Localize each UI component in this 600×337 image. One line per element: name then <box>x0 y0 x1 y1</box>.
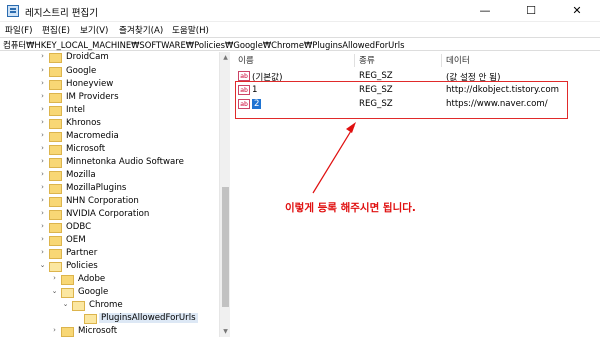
tree-item-label: NHN Corporation <box>66 196 139 206</box>
tree-item-label: Chrome <box>89 300 123 310</box>
expand-arrow-icon[interactable]: › <box>50 326 59 334</box>
tree-item-label: Google <box>78 287 109 297</box>
expand-arrow-icon[interactable]: › <box>38 209 47 217</box>
tree-item-label: Macromedia <box>66 131 119 141</box>
expand-arrow-icon[interactable]: › <box>38 183 47 191</box>
scroll-down-icon[interactable]: ▼ <box>220 326 231 337</box>
folder-icon <box>49 53 62 63</box>
window-title: 레지스트리 편집기 <box>25 8 98 19</box>
menu-bar: 파일(F) 편집(E) 보기(V) 즐겨찾기(A) 도움말(H) <box>0 22 600 37</box>
tree-item-label: Khronos <box>66 118 101 128</box>
menu-file[interactable]: 파일(F) <box>5 24 32 36</box>
close-button[interactable]: ✕ <box>554 0 600 22</box>
column-header-type[interactable]: 종류 <box>359 54 375 66</box>
tree-item-label: Mozilla <box>66 170 96 180</box>
tree-item-label: NVIDIA Corporation <box>66 209 150 219</box>
expand-arrow-icon[interactable]: › <box>38 92 47 100</box>
tree-item-label: ODBC <box>66 222 92 232</box>
tree-scrollbar[interactable]: ▲ ▼ <box>219 52 230 337</box>
folder-icon <box>49 223 62 233</box>
folder-icon <box>49 210 62 220</box>
expand-arrow-icon[interactable]: › <box>38 157 47 165</box>
expand-arrow-icon[interactable]: › <box>38 196 47 204</box>
collapse-arrow-icon[interactable]: ⌄ <box>50 287 59 295</box>
collapse-arrow-icon[interactable]: ⌄ <box>61 300 70 308</box>
expand-arrow-icon[interactable]: › <box>38 144 47 152</box>
maximize-button[interactable]: ☐ <box>508 0 554 22</box>
expand-arrow-icon[interactable]: › <box>38 105 47 113</box>
menu-help[interactable]: 도움말(H) <box>172 24 209 36</box>
tree-item-label: Google <box>66 66 97 76</box>
tree-item-label: Honeyview <box>66 79 114 89</box>
tree-item-label: Policies <box>66 261 98 271</box>
value-type: REG_SZ <box>359 71 393 81</box>
folder-icon <box>49 93 62 103</box>
folder-icon <box>49 119 62 129</box>
tree-item-label: Intel <box>66 105 86 115</box>
tree-item-label: DroidCam <box>66 52 109 62</box>
folder-icon <box>49 236 62 246</box>
tree-item-label: IM Providers <box>66 92 119 102</box>
folder-icon <box>49 67 62 77</box>
column-divider[interactable] <box>441 54 442 67</box>
column-header-data[interactable]: 데이터 <box>446 54 470 66</box>
tree-item-label: Minnetonka Audio Software <box>66 157 184 167</box>
expand-arrow-icon[interactable]: › <box>38 235 47 243</box>
regedit-app-icon <box>7 5 19 17</box>
tree-item-label: OEM <box>66 235 86 245</box>
title-bar: 레지스트리 편집기 — ☐ ✕ <box>0 0 600 22</box>
string-value-icon: ab <box>238 71 250 81</box>
folder-icon <box>49 249 62 259</box>
folder-icon <box>49 80 62 90</box>
expand-arrow-icon[interactable]: › <box>38 131 47 139</box>
folder-icon <box>61 275 74 285</box>
folder-icon <box>49 132 62 142</box>
open-folder-icon <box>49 262 62 272</box>
tree-item-label: Partner <box>66 248 98 258</box>
minimize-button[interactable]: — <box>462 0 508 22</box>
expand-arrow-icon[interactable]: › <box>38 79 47 87</box>
open-folder-icon <box>61 288 74 298</box>
key-tree-pane[interactable]: › DroidCam › Google › Honeyview › IM Pro… <box>0 52 230 337</box>
menu-favorites[interactable]: 즐겨찾기(A) <box>119 24 163 36</box>
menu-edit[interactable]: 편집(E) <box>42 24 70 36</box>
annotation-highlight-box <box>235 81 568 119</box>
folder-icon <box>49 106 62 116</box>
folder-icon <box>49 171 62 181</box>
folder-icon <box>49 145 62 155</box>
tree-item-label: Microsoft <box>66 144 106 154</box>
expand-arrow-icon[interactable]: › <box>38 222 47 230</box>
collapse-arrow-icon[interactable]: ⌄ <box>38 261 47 269</box>
expand-arrow-icon[interactable]: › <box>38 66 47 74</box>
expand-arrow-icon[interactable]: › <box>38 248 47 256</box>
tree-item-label: PluginsAllowedForUrls <box>99 313 198 323</box>
column-divider[interactable] <box>354 54 355 67</box>
expand-arrow-icon[interactable]: › <box>38 170 47 178</box>
address-bar[interactable]: 컴퓨터₩HKEY_LOCAL_MACHINE₩SOFTWARE₩Policies… <box>0 37 600 51</box>
expand-arrow-icon[interactable]: › <box>38 52 47 60</box>
column-header-name[interactable]: 이름 <box>238 54 254 66</box>
folder-icon <box>49 184 62 194</box>
folder-icon <box>49 158 62 168</box>
tree-item-label: Adobe <box>78 274 106 284</box>
expand-arrow-icon[interactable]: › <box>38 118 47 126</box>
scroll-up-icon[interactable]: ▲ <box>220 52 231 63</box>
scrollbar-thumb[interactable] <box>222 187 229 307</box>
folder-icon <box>61 327 74 337</box>
annotation-text: 이렇게 등록 해주시면 됩니다. <box>285 202 416 214</box>
open-folder-icon <box>72 301 85 311</box>
address-path[interactable]: 컴퓨터₩HKEY_LOCAL_MACHINE₩SOFTWARE₩Policies… <box>3 39 404 51</box>
menu-view[interactable]: 보기(V) <box>80 24 108 36</box>
tree-item-label: MozillaPlugins <box>66 183 127 193</box>
expand-arrow-icon[interactable]: › <box>50 274 59 282</box>
open-folder-icon <box>84 314 97 324</box>
tree-item-label: Microsoft <box>78 326 118 336</box>
folder-icon <box>49 197 62 207</box>
